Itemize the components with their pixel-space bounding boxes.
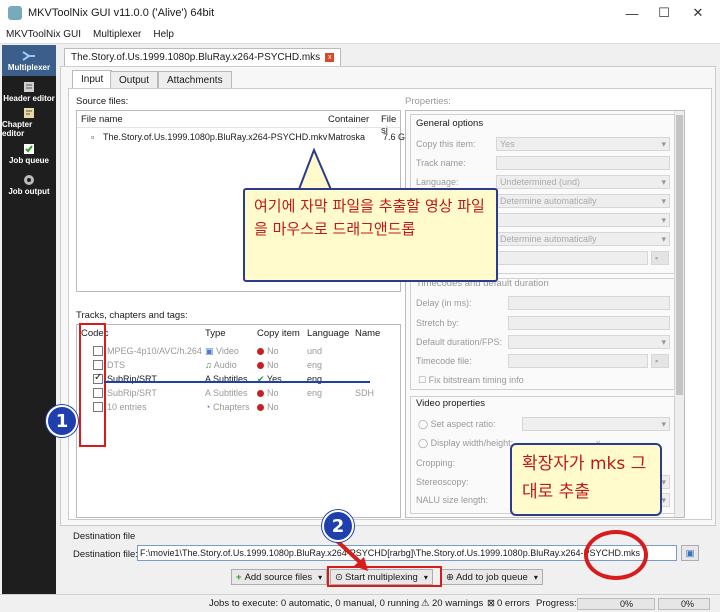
general-options-title: General options [416,118,484,129]
chevron-down-icon[interactable]: ▾ [318,573,322,582]
add-source-files-button[interactable]: + Add source files ▾ [231,569,328,585]
browse-icon[interactable]: ▪ [651,251,669,265]
forced-track-select[interactable] [496,213,670,227]
error-icon: ⊠ [487,598,495,609]
source-files-label: Source files: [76,96,129,107]
browse-destination-icon[interactable]: ▣ [681,545,699,561]
progress-bar-total: 0% [658,598,710,610]
table-row[interactable]: MPEG-4p10/AVC/h.264 ▣ Video No und [77,345,400,359]
plus-icon: + [236,571,242,583]
job-queue-icon [24,143,34,154]
menu-mkvtoolnix[interactable]: MKVToolNix GUI [0,29,87,40]
table-row[interactable]: DTS ♫ Audio No eng [77,359,400,373]
tab-attachments[interactable]: Attachments [158,71,232,88]
fix-bitstream-checkbox[interactable]: ☐ Fix bitstream timing info [418,375,524,386]
table-row[interactable]: ▫ The.Story.of.Us.1999.1080p.BluRay.x264… [77,131,405,145]
chevron-down-icon[interactable]: ▾ [534,573,538,582]
browse-icon[interactable]: ▪ [651,354,669,368]
properties-label: Properties: [405,96,451,107]
destination-title: Destination file [73,531,136,542]
highlight-box-checkboxes [79,323,106,447]
sidebar-item-job-queue[interactable]: Job queue [2,138,56,169]
progress-label: Progress: [536,598,577,609]
copy-item-select[interactable]: Yes [496,137,670,151]
tracks-label: Tracks, chapters and tags: [76,310,188,321]
step-2-marker: 2 [322,510,354,542]
errors-count[interactable]: 0 errors [497,598,530,609]
step-1-marker: 1 [46,405,78,437]
sidebar-item-multiplexer[interactable]: Multiplexer [2,45,56,76]
column-header[interactable]: Name [355,328,380,339]
callout-extension-hint: 확장자가 mks 그대로 추출 [510,443,662,516]
compression-select[interactable]: Determine automatically [496,232,670,246]
column-header[interactable]: Language [307,328,349,339]
close-button[interactable]: ✕ [684,4,712,22]
table-row[interactable]: SubRip/SRT A Subtitles No eng SDH [77,387,400,401]
default-duration-select[interactable] [508,335,670,349]
table-row[interactable]: 10 entries ◔ Chapters No [77,401,400,415]
callout-pointer [296,148,334,193]
arrow-to-start [334,538,368,571]
file-icon: ▫ [91,132,95,142]
table-row[interactable]: SubRip/SRT A Subtitles ✔ Yes eng [77,372,400,387]
job-output-icon [24,174,34,185]
chapter-editor-icon [24,108,34,118]
add-to-job-queue-button[interactable]: ⊕ Add to job queue ▾ [441,569,543,585]
tab-input[interactable]: Input [72,70,113,88]
column-header[interactable]: Container [328,114,369,125]
timecodes-group [410,278,675,390]
maximize-button[interactable]: ☐ [650,4,678,22]
title-bar: MKVToolNix GUI v11.0.0 ('Alive') 64bit —… [0,0,720,26]
column-header[interactable]: Type [205,328,226,339]
callout-drag-hint: 여기에 자막 파일을 추출할 영상 파일을 마우스로 드래그앤드롭 [243,188,498,282]
sidebar-item-header-editor[interactable]: Header editor [2,76,56,107]
track-name-field[interactable] [496,156,670,170]
language-select[interactable]: Undetermined (und) [496,175,670,189]
column-header[interactable]: File name [81,114,123,125]
sidebar-item-job-output[interactable]: Job output [2,169,56,200]
menu-multiplexer[interactable]: Multiplexer [87,29,147,40]
timecode-file-field[interactable] [508,354,648,368]
scrollbar[interactable] [674,111,684,517]
column-header[interactable]: Copy item [257,328,300,339]
queue-icon: ⊕ [446,571,454,583]
tab-output[interactable]: Output [110,71,159,88]
stretch-field[interactable] [508,316,670,330]
highlight-ellipse-extension [584,530,648,580]
minimize-button[interactable]: — [618,4,646,22]
highlight-underline [104,381,370,383]
progress-bar-current: 0% [577,598,655,610]
menu-bar: MKVToolNix GUI Multiplexer Help [0,26,720,44]
sidebar-item-chapter-editor[interactable]: Chapter editor [2,107,56,138]
aspect-ratio-select[interactable] [522,417,670,431]
delay-field[interactable] [508,296,670,310]
status-bar: Jobs to execute: 0 automatic, 0 manual, … [0,594,720,612]
tracks-table[interactable]: Codec Type Copy item Language Name MPEG-… [76,324,401,518]
video-properties-title: Video properties [416,398,486,409]
warnings-count[interactable]: 20 warnings [432,598,483,609]
warning-icon: ⚠ [421,598,430,609]
tab-document[interactable]: The.Story.of.Us.1999.1080p.BluRay.x264-P… [64,48,342,66]
app-icon [8,6,22,20]
display-wh-radio[interactable]: ◯ Display width/height: [418,438,513,449]
close-tab-icon[interactable]: x [325,53,335,62]
tags-field[interactable] [496,251,648,265]
header-editor-icon [24,81,34,92]
jobs-status: Jobs to execute: 0 automatic, 0 manual, … [209,598,420,609]
sidebar: Multiplexer Header editor Chapter editor… [2,45,56,612]
destination-label: Destination file: [73,549,138,560]
aspect-ratio-radio[interactable]: ◯ Set aspect ratio: [418,419,496,430]
window-title: MKVToolNix GUI v11.0.0 ('Alive') 64bit [28,7,215,19]
menu-help[interactable]: Help [147,29,180,40]
default-track-select[interactable]: Determine automatically [496,194,670,208]
multiplexer-icon [22,50,35,61]
